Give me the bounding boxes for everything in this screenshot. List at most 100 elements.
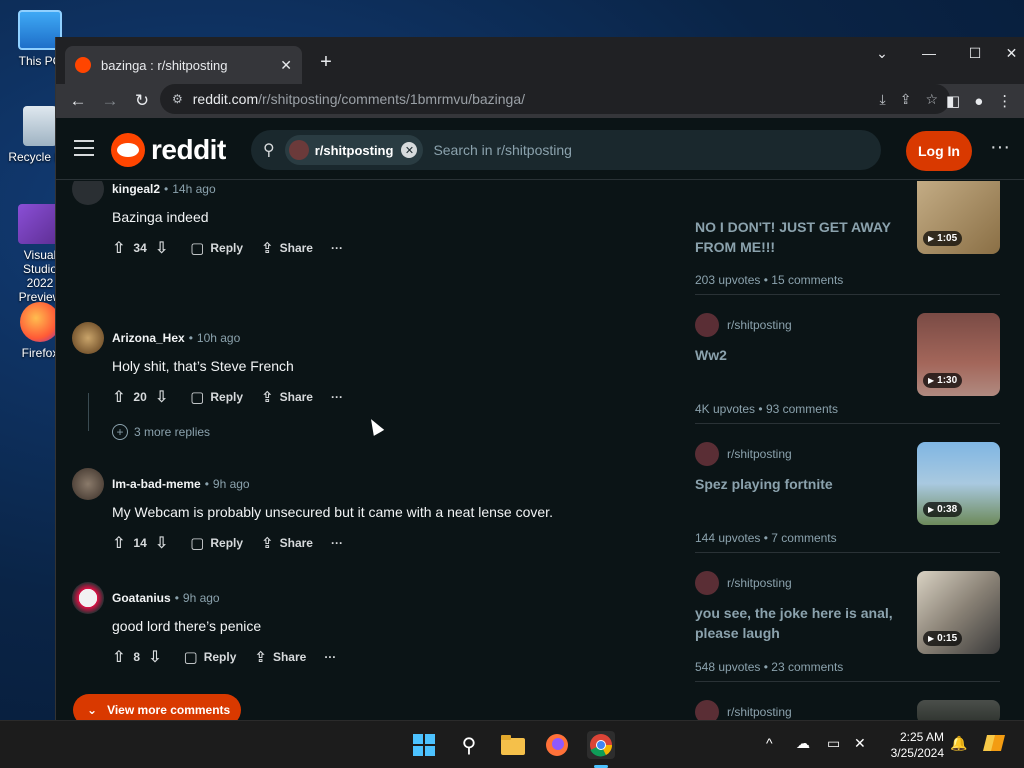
related-post-title[interactable]: you see, the joke here is anal, please l… xyxy=(695,603,895,643)
system-clock[interactable]: 2:25 AM 3/25/2024 xyxy=(884,729,944,761)
browser-menu-icon[interactable]: ⋮ xyxy=(997,92,1012,110)
clear-chip-icon[interactable]: ✕ xyxy=(401,142,418,158)
related-post-title[interactable]: Ww2 xyxy=(695,345,895,365)
related-post[interactable]: NO I DON'T! JUST GET AWAY FROM ME!!! 203… xyxy=(695,181,1000,287)
minimize-button[interactable]: — xyxy=(906,37,952,69)
search-icon[interactable]: ⚲ xyxy=(455,731,483,759)
bookmark-star-icon[interactable]: ☆ xyxy=(925,91,938,108)
video-thumbnail[interactable]: ▶ 1:30 xyxy=(917,313,1000,396)
view-more-label: View more comments xyxy=(107,703,231,717)
related-post-title[interactable]: NO I DON'T! JUST GET AWAY FROM ME!!! xyxy=(695,217,895,257)
expand-plus-icon: + xyxy=(112,424,128,440)
start-windows-icon[interactable] xyxy=(410,731,438,759)
downvote-icon[interactable]: ⇩ xyxy=(155,387,168,407)
related-post[interactable]: r/shitposting Spez playing fortnite 144 … xyxy=(695,442,1000,545)
upvotes-count: 548 upvotes xyxy=(695,660,761,674)
side-panel-icon[interactable]: ◧ xyxy=(946,92,960,110)
more-options-icon[interactable]: ··· xyxy=(990,136,1010,159)
video-duration-badge: ▶ 1:30 xyxy=(923,373,963,388)
avatar[interactable] xyxy=(72,181,104,205)
comment-author[interactable]: Arizona_Hex xyxy=(112,331,185,345)
tab-close-icon[interactable]: ✕ xyxy=(280,57,292,74)
video-thumbnail[interactable] xyxy=(917,700,1000,720)
divider xyxy=(695,294,1000,295)
share-button[interactable]: ⇪ Share xyxy=(261,239,313,257)
comment-author[interactable]: kingeal2 xyxy=(112,182,160,196)
hamburger-menu-icon[interactable] xyxy=(74,140,94,161)
downvote-icon[interactable]: ⇩ xyxy=(155,238,168,258)
comment: Arizona_Hex • 10h ago Holy shit, that’s … xyxy=(72,322,672,412)
reload-icon[interactable]: ↻ xyxy=(126,87,158,115)
share-button[interactable]: ⇪ Share xyxy=(261,388,313,406)
maximize-button[interactable]: ☐ xyxy=(952,37,998,69)
search-bar[interactable]: ⚲ r/shitposting ✕ Search in r/shitpostin… xyxy=(251,130,881,170)
page-content: kingeal2 • 14h ago Bazinga indeed ⇧ 34 ⇩… xyxy=(56,181,1024,720)
share-button[interactable]: ⇪ Share xyxy=(261,534,313,552)
comment-more-button[interactable]: ··· xyxy=(331,536,343,550)
video-thumbnail[interactable]: ▶ 1:05 xyxy=(917,181,1000,254)
related-post[interactable]: r/shitposting xyxy=(695,700,1000,720)
view-more-comments-button[interactable]: ⌄ View more comments xyxy=(73,694,241,720)
avatar[interactable] xyxy=(72,582,104,614)
avatar[interactable] xyxy=(72,468,104,500)
comment-more-button[interactable]: ··· xyxy=(324,650,336,664)
upvote-icon[interactable]: ⇧ xyxy=(112,238,125,258)
firefox-icon[interactable] xyxy=(543,731,571,759)
related-post[interactable]: r/shitposting you see, the joke here is … xyxy=(695,571,1000,674)
play-icon: ▶ xyxy=(928,505,935,514)
comment-author[interactable]: Goatanius xyxy=(112,591,171,605)
reply-button[interactable]: ▢ Reply xyxy=(190,534,243,552)
subreddit-search-chip[interactable]: r/shitposting ✕ xyxy=(284,135,424,165)
comment-more-button[interactable]: ··· xyxy=(331,241,343,255)
network-icon[interactable]: ☁ xyxy=(796,735,810,752)
tab-active[interactable]: bazinga : r/shitposting ✕ xyxy=(65,46,302,84)
downvote-icon[interactable]: ⇩ xyxy=(148,647,161,667)
volume-muted-icon[interactable]: ✕ xyxy=(854,735,866,752)
profile-icon[interactable]: ● xyxy=(974,93,983,110)
reply-button[interactable]: ▢ Reply xyxy=(190,239,243,257)
install-app-icon[interactable]: ⤓ xyxy=(880,91,886,108)
downvote-icon[interactable]: ⇩ xyxy=(155,533,168,553)
video-thumbnail[interactable]: ▶ 0:15 xyxy=(917,571,1000,654)
close-window-button[interactable]: ✕ xyxy=(998,37,1024,69)
comments-count: 7 comments xyxy=(771,531,837,545)
upvote-icon[interactable]: ⇧ xyxy=(112,387,125,407)
search-input[interactable]: Search in r/shitposting xyxy=(433,142,572,158)
notification-bell-icon[interactable]: 🔔 xyxy=(950,735,967,752)
comment-time: 9h ago xyxy=(212,477,250,491)
subreddit-avatar xyxy=(288,140,309,160)
related-post-meta: 203 upvotes • 15 comments xyxy=(695,273,843,287)
copilot-icon[interactable] xyxy=(983,731,1007,758)
related-post-title[interactable]: Spez playing fortnite xyxy=(695,474,895,494)
forward-arrow-icon[interactable]: → xyxy=(94,87,126,115)
video-thumbnail[interactable]: ▶ 0:38 xyxy=(917,442,1000,525)
comment-author[interactable]: Im-a-bad-meme xyxy=(112,477,201,491)
upvote-icon[interactable]: ⇧ xyxy=(112,533,125,553)
chrome-icon[interactable] xyxy=(587,731,615,759)
file-explorer-icon[interactable] xyxy=(499,731,527,759)
reply-button[interactable]: ▢ Reply xyxy=(190,388,243,406)
recycle-bin-icon xyxy=(23,106,57,146)
share-icon: ⇪ xyxy=(254,649,267,666)
show-hidden-icons-chevron-icon[interactable]: ^ xyxy=(766,735,773,751)
related-post[interactable]: r/shitposting Ww2 4K upvotes • 93 commen… xyxy=(695,313,1000,416)
display-icon[interactable]: ▭ xyxy=(827,735,840,752)
share-button[interactable]: ⇪ Share xyxy=(254,648,306,666)
site-info-icon[interactable]: ⚙ xyxy=(172,92,183,106)
address-bar[interactable]: ⚙ reddit.com /r/shitposting/comments/1bm… xyxy=(160,84,950,114)
upvote-icon[interactable]: ⇧ xyxy=(112,647,125,667)
vote-count: 34 xyxy=(133,241,147,255)
login-button[interactable]: Log In xyxy=(906,131,972,171)
reply-button[interactable]: ▢ Reply xyxy=(184,648,237,666)
share-page-icon[interactable]: ⇪ xyxy=(900,91,912,108)
avatar[interactable] xyxy=(72,322,104,354)
new-tab-button[interactable]: + xyxy=(316,51,336,74)
comment-body: good lord there’s penice xyxy=(112,618,262,634)
play-icon: ▶ xyxy=(928,234,935,243)
tab-search-icon[interactable]: ⌄ xyxy=(859,37,905,69)
back-arrow-icon[interactable]: ← xyxy=(62,87,94,115)
reddit-logo[interactable]: reddit xyxy=(111,133,226,167)
more-replies-button[interactable]: + 3 more replies xyxy=(112,424,210,440)
comment-dot: • xyxy=(164,182,169,196)
comment-more-button[interactable]: ··· xyxy=(331,390,343,404)
